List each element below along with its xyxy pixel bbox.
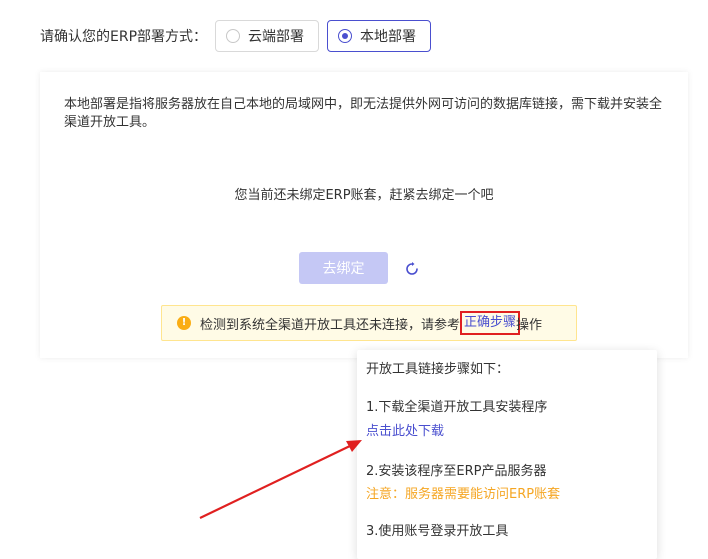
deploy-method-label: 请确认您的ERP部署方式： [40, 29, 208, 45]
radio-unchecked-icon [226, 29, 241, 43]
no-account-message: 您当前还未绑定ERP账套，赶紧去绑定一个吧 [234, 188, 494, 203]
cloud-deploy-radio[interactable]: 云端部署 [215, 20, 320, 52]
deploy-method-row: 请确认您的ERP部署方式： 云端部署 本地部署 [40, 20, 439, 52]
step-2: 2.安装该程序至ERP产品服务器 [366, 464, 547, 479]
refresh-icon[interactable] [405, 262, 419, 276]
popover-title: 开放工具链接步骤如下： [366, 362, 510, 377]
step-1: 1.下载全渠道开放工具安装程序 [366, 400, 548, 415]
warning-text-after: 操作 [516, 317, 543, 333]
cloud-deploy-label: 云端部署 [248, 29, 305, 45]
highlight-box: 正确步骤 [460, 311, 521, 335]
correct-steps-link[interactable]: 正确步骤 [464, 315, 516, 330]
step-3: 3.使用账号登录开放工具 [366, 524, 509, 539]
radio-checked-icon [338, 29, 353, 43]
local-deploy-card: 本地部署是指将服务器放在自己本地的局域网中，即无法提供外网可访问的数据库链接，需… [40, 72, 688, 358]
bind-button[interactable]: 去绑定 [299, 252, 388, 284]
warning-text: 检测到系统全渠道开放工具还未连接，请参考 [200, 317, 461, 333]
local-deploy-label: 本地部署 [360, 29, 417, 45]
local-deploy-radio[interactable]: 本地部署 [327, 20, 432, 52]
steps-popover: 开放工具链接步骤如下： 1.下载全渠道开放工具安装程序 点击此处下载 2.安装该… [357, 350, 657, 559]
download-link[interactable]: 点击此处下载 [366, 420, 444, 439]
server-note: 注意：服务器需要能访问ERP账套 [366, 487, 561, 502]
connection-warning: ! 检测到系统全渠道开放工具还未连接，请参考 正确步骤 操作 [161, 305, 577, 341]
warning-icon: ! [177, 316, 191, 330]
local-deploy-description: 本地部署是指将服务器放在自己本地的局域网中，即无法提供外网可访问的数据库链接，需… [64, 97, 663, 130]
